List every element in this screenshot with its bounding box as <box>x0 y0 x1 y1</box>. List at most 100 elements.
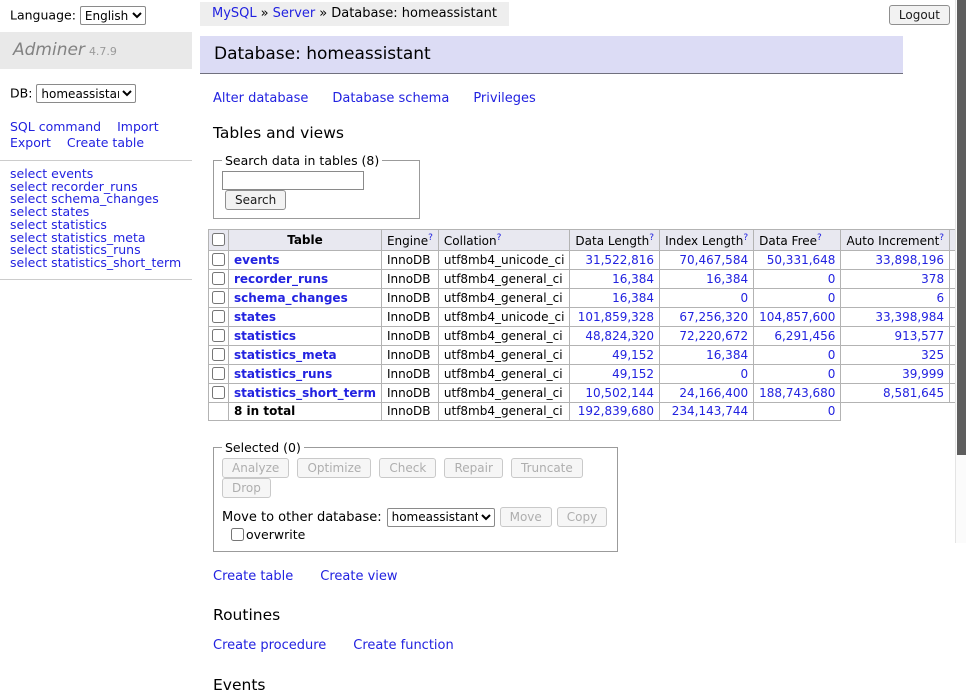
table-name-cell: statistics_meta <box>229 346 382 365</box>
table-row: eventsInnoDButf8mb4_unicode_ci31,522,816… <box>209 251 966 270</box>
table-name-link[interactable]: states <box>234 310 276 324</box>
engine-help-icon[interactable]: ? <box>428 233 433 243</box>
table-name-link[interactable]: statistics <box>234 329 296 343</box>
search-input[interactable] <box>222 171 364 190</box>
overwrite-checkbox[interactable] <box>231 528 244 541</box>
breadcrumb-mysql-link[interactable]: MySQL <box>212 6 257 21</box>
sidebar-select-link[interactable]: select <box>10 255 47 270</box>
selected-fieldset: Selected (0) Analyze Optimize Check Repa… <box>213 440 618 552</box>
breadcrumb-server-link[interactable]: Server <box>273 6 316 21</box>
create-view-link[interactable]: Create view <box>320 569 397 584</box>
row-select-checkbox[interactable] <box>212 386 225 399</box>
column-header-data-length: Data Length? <box>570 230 660 251</box>
create-procedure-link[interactable]: Create procedure <box>213 638 326 653</box>
collation-cell: utf8mb4_general_ci <box>438 327 570 346</box>
data-length-cell: 16,384 <box>570 289 660 308</box>
search-fieldset: Search data in tables (8) Search <box>213 153 420 219</box>
auto-increment-cell: 913,577 <box>841 327 950 346</box>
vertical-scrollbar[interactable] <box>955 0 966 543</box>
sidebar: Language:English Adminer4.7.9 DB:homeass… <box>0 0 192 287</box>
total-engine: InnoDB <box>381 403 438 421</box>
collation-cell: utf8mb4_general_ci <box>438 346 570 365</box>
create-table-side-link[interactable]: Create table <box>67 135 144 150</box>
privileges-link[interactable]: Privileges <box>473 91 536 106</box>
index-length-cell: 67,256,320 <box>660 308 754 327</box>
column-header-table: Table <box>229 230 382 251</box>
auto-increment-cell: 6 <box>841 289 950 308</box>
table-row: statistics_runsInnoDButf8mb4_general_ci4… <box>209 365 966 384</box>
table-name-link[interactable]: schema_changes <box>234 291 348 305</box>
selected-legend: Selected (0) <box>222 440 304 455</box>
db-select[interactable]: homeassistant <box>36 84 136 103</box>
adminer-logo: Adminer4.7.9 <box>0 32 192 69</box>
create-table-link[interactable]: Create table <box>213 569 293 584</box>
move-button[interactable]: Move <box>500 507 552 527</box>
sidebar-table-link[interactable]: statistics_short_term <box>51 255 181 270</box>
data-length-cell: 49,152 <box>570 365 660 384</box>
sidebar-table-item: select statistics_short_term <box>10 257 192 270</box>
check-button[interactable]: Check <box>379 458 436 478</box>
engine-cell: InnoDB <box>381 251 438 270</box>
table-name-link[interactable]: statistics_meta <box>234 348 337 362</box>
row-select-cell <box>209 270 229 289</box>
breadcrumb-separator: » <box>319 6 327 21</box>
total-data-length: 192,839,680 <box>570 403 660 421</box>
database-schema-link[interactable]: Database schema <box>332 91 449 106</box>
truncate-button[interactable]: Truncate <box>511 458 583 478</box>
index-length-cell: 16,384 <box>660 346 754 365</box>
analyze-button[interactable]: Analyze <box>222 458 289 478</box>
row-select-checkbox[interactable] <box>212 272 225 285</box>
data-length-help-icon[interactable]: ? <box>649 233 654 243</box>
data-free-cell: 104,857,600 <box>754 308 841 327</box>
row-select-cell <box>209 346 229 365</box>
events-heading: Events <box>213 676 912 694</box>
select-all-checkbox[interactable] <box>212 233 225 246</box>
data-length-cell: 16,384 <box>570 270 660 289</box>
collation-help-icon[interactable]: ? <box>497 233 502 243</box>
row-select-checkbox[interactable] <box>212 310 225 323</box>
data-length-cell: 48,824,320 <box>570 327 660 346</box>
language-select[interactable]: English <box>80 6 146 25</box>
engine-cell: InnoDB <box>381 270 438 289</box>
row-select-cell <box>209 327 229 346</box>
optimize-button[interactable]: Optimize <box>297 458 371 478</box>
sidebar-table-list: select eventsselect recorder_runsselect … <box>10 168 192 270</box>
column-header-data-free: Data Free? <box>754 230 841 251</box>
sql-command-link[interactable]: SQL command <box>10 119 101 134</box>
row-select-checkbox[interactable] <box>212 329 225 342</box>
table-name-link[interactable]: recorder_runs <box>234 272 328 286</box>
repair-button[interactable]: Repair <box>444 458 502 478</box>
data-free-cell: 6,291,456 <box>754 327 841 346</box>
drop-button[interactable]: Drop <box>222 478 271 498</box>
tables-tbody: eventsInnoDButf8mb4_unicode_ci31,522,816… <box>209 251 966 403</box>
data-free-cell: 0 <box>754 270 841 289</box>
engine-cell: InnoDB <box>381 327 438 346</box>
breadcrumb-current: Database: homeassistant <box>331 6 497 21</box>
move-database-select[interactable]: homeassistant <box>387 508 495 527</box>
search-button[interactable]: Search <box>225 190 286 210</box>
logout-button[interactable]: Logout <box>889 5 950 25</box>
row-select-checkbox[interactable] <box>212 291 225 304</box>
row-select-checkbox[interactable] <box>212 367 225 380</box>
row-select-checkbox[interactable] <box>212 348 225 361</box>
index-length-help-icon[interactable]: ? <box>743 233 748 243</box>
auto-increment-help-icon[interactable]: ? <box>939 233 944 243</box>
index-length-cell: 16,384 <box>660 270 754 289</box>
scrollbar-thumb[interactable] <box>957 0 966 455</box>
create-function-link[interactable]: Create function <box>353 638 453 653</box>
table-name-link[interactable]: statistics_short_term <box>234 386 376 400</box>
table-name-cell: events <box>229 251 382 270</box>
table-name-link[interactable]: statistics_runs <box>234 367 332 381</box>
row-select-cell <box>209 308 229 327</box>
data-free-cell: 0 <box>754 346 841 365</box>
table-name-cell: recorder_runs <box>229 270 382 289</box>
auto-increment-cell: 39,999 <box>841 365 950 384</box>
table-name-link[interactable]: events <box>234 253 280 267</box>
copy-button[interactable]: Copy <box>557 507 607 527</box>
data-free-help-icon[interactable]: ? <box>817 233 822 243</box>
alter-database-link[interactable]: Alter database <box>213 91 308 106</box>
import-link[interactable]: Import <box>117 119 159 134</box>
row-select-checkbox[interactable] <box>212 253 225 266</box>
engine-cell: InnoDB <box>381 346 438 365</box>
export-link[interactable]: Export <box>10 135 51 150</box>
